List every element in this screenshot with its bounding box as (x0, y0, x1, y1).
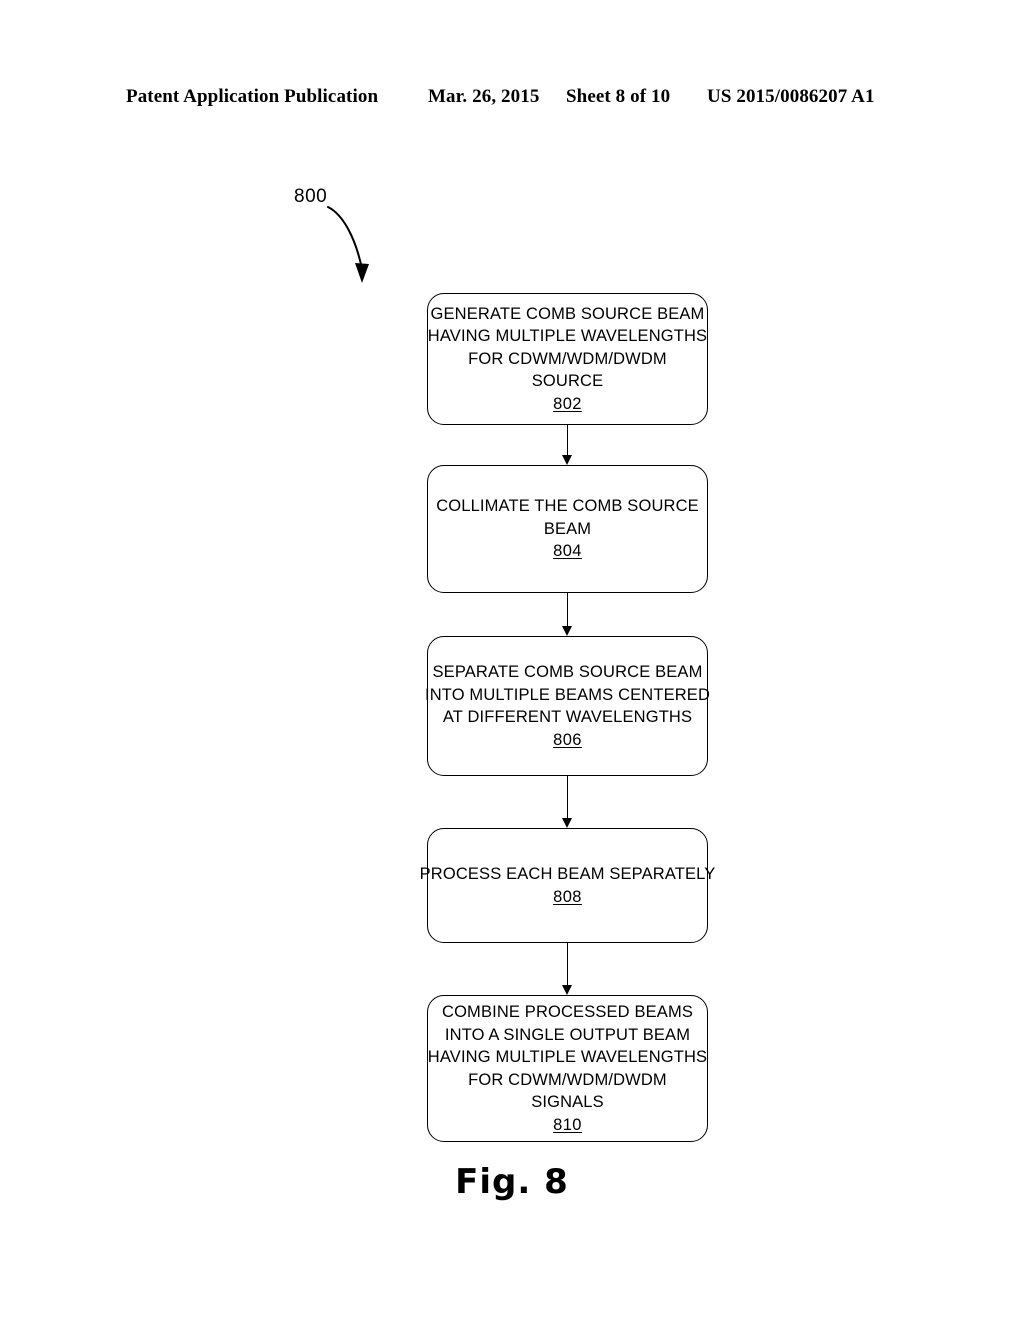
flow-step-810-line-4: FOR CDWM/WDM/DWDM (468, 1070, 667, 1089)
flow-step-802-line-2: HAVING MULTIPLE WAVELENGTHS (427, 327, 708, 346)
flow-step-810-number: 810 (553, 1115, 582, 1134)
flow-step-806: SEPARATE COMB SOURCE BEAM INTO MULTIPLE … (425, 636, 710, 776)
flow-step-808-text: PROCESS EACH BEAM SEPARATELY (420, 863, 716, 886)
flow-step-804-line-2: BEAM (543, 519, 592, 538)
flow-step-808: PROCESS EACH BEAM SEPARATELY 808 (420, 828, 715, 943)
flow-step-802-line-4: SOURCE (531, 372, 604, 391)
flow-step-810-text: COMBINE PROCESSED BEAMS INTO A SINGLE OU… (428, 1001, 707, 1114)
flow-step-806-line-3: AT DIFFERENT WAVELENGTHS (442, 708, 693, 726)
flow-step-810-line-2: INTO A SINGLE OUTPUT BEAM (444, 1025, 691, 1044)
flow-step-808-line-1: PROCESS EACH BEAM SEPARATELY (419, 865, 716, 883)
flow-step-804: COLLIMATE THE COMB SOURCE BEAM 804 (427, 465, 708, 593)
connector-808-to-810 (560, 943, 575, 995)
flow-step-808-number: 808 (553, 887, 582, 906)
flow-step-802-line-3: FOR CDWM/WDM/DWDM (468, 349, 667, 368)
flow-step-806-text: SEPARATE COMB SOURCE BEAM INTO MULTIPLE … (425, 661, 710, 729)
figure-caption: Fig. 8 (455, 1162, 569, 1202)
down-arrow-icon (562, 455, 573, 465)
connector-804-to-806 (560, 593, 575, 636)
flow-step-806-line-2: INTO MULTIPLE BEAMS CENTERED (424, 685, 711, 704)
flow-step-810-line-1: COMBINE PROCESSED BEAMS (442, 1003, 693, 1021)
connector-806-to-808 (560, 776, 575, 828)
connector-802-to-804 (560, 425, 575, 465)
flow-step-802-line-1: GENERATE COMB SOURCE BEAM (430, 304, 705, 323)
down-arrow-icon (562, 985, 573, 995)
flow-step-806-number: 806 (553, 730, 582, 749)
flow-step-804-line-1: COLLIMATE THE COMB SOURCE (436, 497, 699, 516)
flow-step-802-text: GENERATE COMB SOURCE BEAM HAVING MULTIPL… (428, 303, 707, 393)
connector-line (567, 776, 569, 819)
flowchart-figure: 800 GENERATE COMB SOURCE BEAM HAVING MUL… (0, 0, 1024, 1320)
down-arrow-icon (562, 626, 573, 636)
flow-step-806-line-1: SEPARATE COMB SOURCE BEAM (432, 663, 703, 681)
down-arrow-icon (562, 818, 573, 828)
connector-line (567, 943, 569, 986)
flow-step-810-line-5: SIGNALS (531, 1093, 604, 1111)
flow-step-810: COMBINE PROCESSED BEAMS INTO A SINGLE OU… (427, 995, 708, 1142)
curved-arrow-icon (327, 206, 369, 283)
flow-step-810-line-3: HAVING MULTIPLE WAVELENGTHS (427, 1048, 708, 1066)
flow-step-802-number: 802 (553, 394, 582, 413)
flow-step-804-text: COLLIMATE THE COMB SOURCE BEAM (436, 495, 699, 540)
connector-line (567, 425, 569, 456)
connector-line (567, 593, 569, 627)
flow-step-804-number: 804 (553, 542, 582, 561)
flow-step-802: GENERATE COMB SOURCE BEAM HAVING MULTIPL… (427, 293, 708, 425)
